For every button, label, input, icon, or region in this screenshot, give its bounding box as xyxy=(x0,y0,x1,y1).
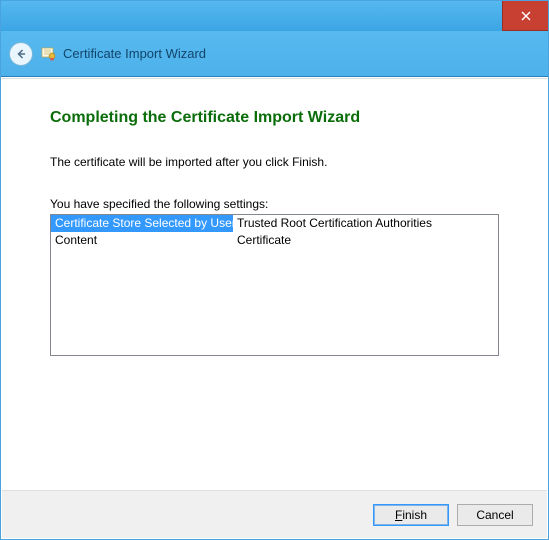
titlebar xyxy=(1,1,548,31)
back-button[interactable] xyxy=(9,42,33,66)
footer: Finish Cancel xyxy=(2,490,547,538)
settings-label: You have specified the following setting… xyxy=(50,197,499,211)
setting-label: Content xyxy=(51,232,233,249)
setting-label: Certificate Store Selected by User xyxy=(51,215,233,232)
close-button[interactable] xyxy=(502,1,548,31)
settings-list[interactable]: Certificate Store Selected by User Trust… xyxy=(50,214,499,356)
page-description: The certificate will be imported after y… xyxy=(50,155,499,169)
cancel-button[interactable]: Cancel xyxy=(457,504,533,526)
wizard-title: Certificate Import Wizard xyxy=(63,46,206,61)
wizard-header: Certificate Import Wizard xyxy=(1,31,548,77)
finish-button[interactable]: Finish xyxy=(373,504,449,526)
certificate-icon xyxy=(41,46,57,62)
page-heading: Completing the Certificate Import Wizard xyxy=(50,109,499,127)
setting-value: Trusted Root Certification Authorities xyxy=(233,215,498,232)
setting-value: Certificate xyxy=(233,232,498,249)
back-arrow-icon xyxy=(15,48,27,60)
list-item[interactable]: Content Certificate xyxy=(51,232,498,249)
list-item[interactable]: Certificate Store Selected by User Trust… xyxy=(51,215,498,232)
content-area: Completing the Certificate Import Wizard… xyxy=(2,78,547,538)
close-icon xyxy=(521,11,531,21)
